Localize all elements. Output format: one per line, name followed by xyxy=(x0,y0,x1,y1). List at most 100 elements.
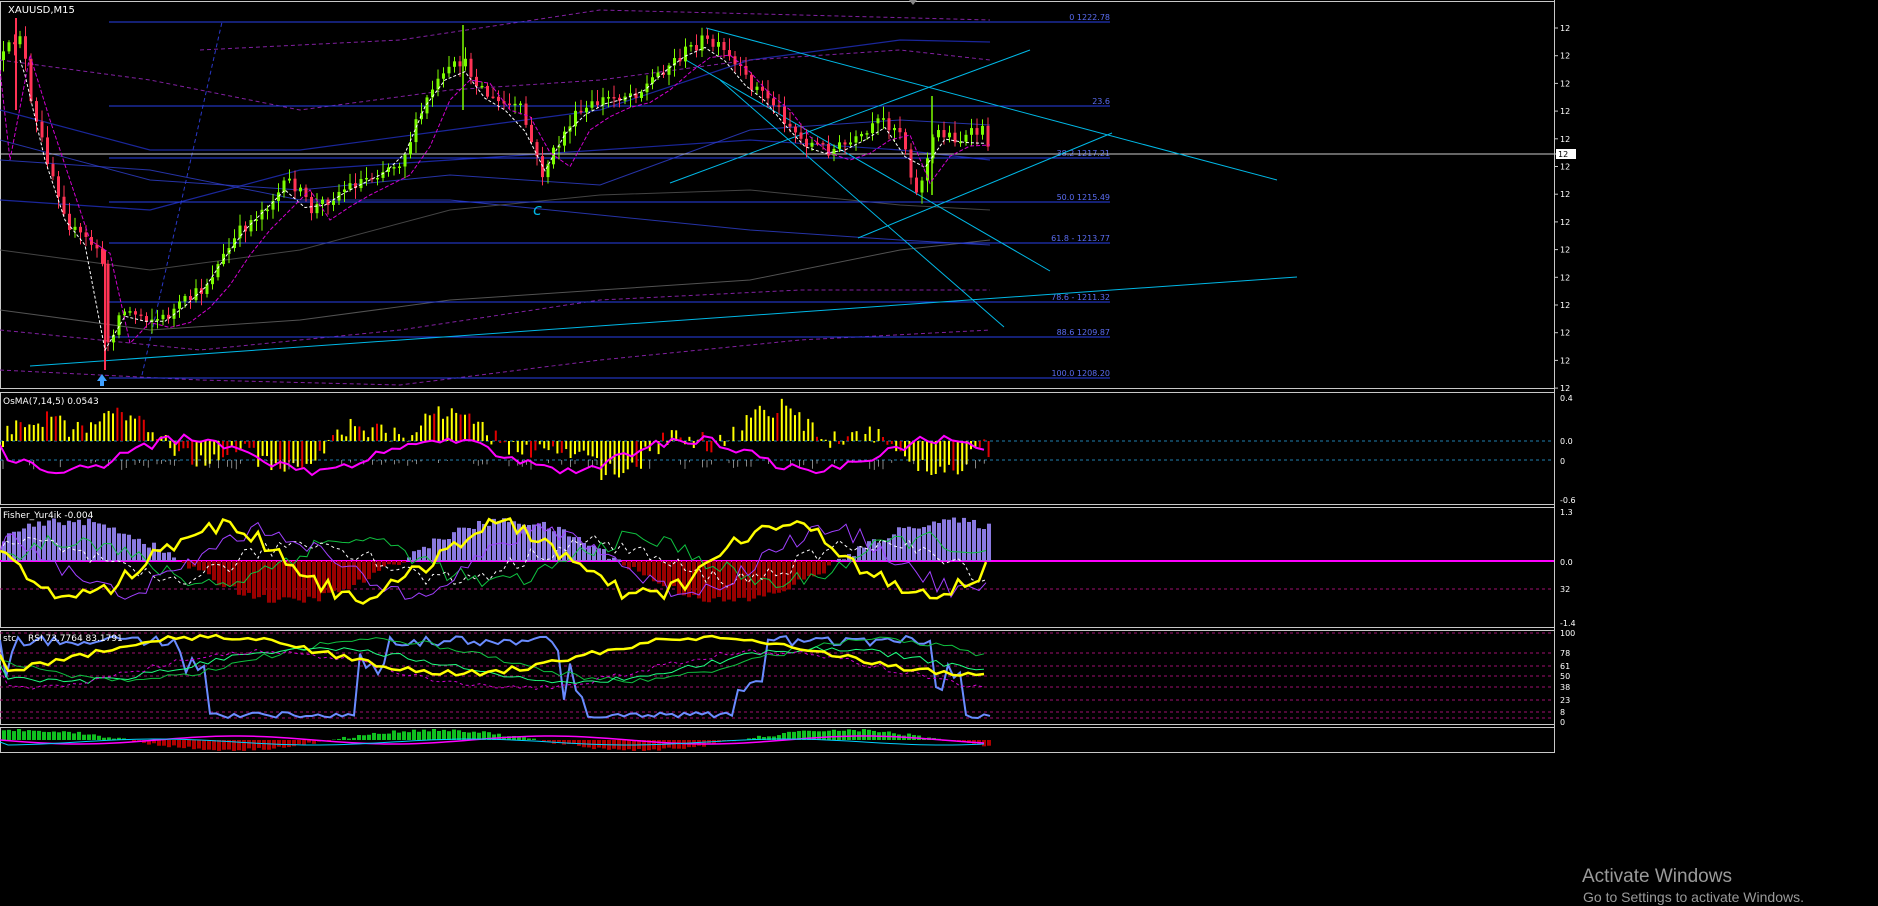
candle-body xyxy=(211,277,214,284)
fisher-histogram-bar xyxy=(787,561,791,590)
osma-bar xyxy=(33,425,35,441)
price-chart[interactable]: 0 1222.7823.638.2 1217.2150.0 1215.4961.… xyxy=(0,0,1576,393)
osma-bar xyxy=(116,408,118,441)
candle-body xyxy=(41,122,44,138)
watermark-line2: Go to Settings to activate Windows. xyxy=(1583,888,1804,906)
candle-body xyxy=(723,42,726,50)
osma-bar xyxy=(451,408,453,441)
osma-bar xyxy=(939,441,941,467)
fisher-histogram-bar xyxy=(912,528,916,561)
osma-bar xyxy=(306,441,308,464)
candle-body xyxy=(585,108,588,113)
bottom-histogram-bar xyxy=(182,740,186,748)
osma-bar xyxy=(134,419,136,441)
bottom-histogram-bar xyxy=(67,732,71,740)
rsi-axis-label: 23 xyxy=(1560,696,1570,705)
bottom-histogram-bar xyxy=(102,738,106,740)
osma-bar xyxy=(842,441,844,445)
fisher-histogram-bar xyxy=(677,561,681,594)
bottom-histogram-panel[interactable] xyxy=(0,729,991,751)
rsi-title: RSI 73.7764 83.1791 xyxy=(28,634,123,644)
osma-bar xyxy=(411,435,413,441)
bottom-histogram-bar xyxy=(682,740,686,749)
bottom-histogram-bar xyxy=(457,730,461,740)
osma-panel[interactable]: 0.40.00-0.6 xyxy=(0,394,1576,505)
osma-bar xyxy=(213,441,215,454)
fisher-histogram-bar xyxy=(752,561,756,599)
fisher-histogram-bar xyxy=(857,546,861,561)
osma-bar xyxy=(20,422,22,441)
fisher-histogram-bar xyxy=(927,525,931,561)
bottom-histogram-bar xyxy=(207,740,211,750)
candle-body xyxy=(261,210,264,220)
osma-bar xyxy=(257,441,259,467)
bottom-histogram-bar xyxy=(202,740,206,750)
price-axis-tick-label: 12 xyxy=(1560,52,1570,61)
osma-bar xyxy=(28,424,30,441)
bottom-histogram-bar xyxy=(167,740,171,747)
price-axis-tick-label: 12 xyxy=(1560,273,1570,282)
candle-body xyxy=(294,179,297,192)
osma-bar xyxy=(147,432,149,441)
fisher-histogram-bar xyxy=(487,526,491,561)
candle-body xyxy=(74,227,77,230)
osma-bar xyxy=(587,441,589,455)
fisher-histogram-bar xyxy=(952,518,956,561)
osma-bar xyxy=(169,441,171,448)
osma-bar xyxy=(182,441,184,448)
candle-body xyxy=(987,126,990,147)
candle-body xyxy=(756,87,759,90)
candle-body xyxy=(602,97,605,105)
osma-bar xyxy=(125,420,127,441)
watermark-line1: Activate Windows xyxy=(1582,866,1804,888)
candle-body xyxy=(96,245,99,249)
candle-body xyxy=(321,200,324,204)
osma-bar xyxy=(644,441,646,447)
fisher-histogram-bar xyxy=(17,532,21,561)
osma-bar xyxy=(398,434,400,441)
osma-bar xyxy=(851,432,853,441)
osma-bar xyxy=(143,420,145,441)
bottom-histogram-bar xyxy=(257,740,261,748)
osma-bar xyxy=(332,435,334,441)
fib-level-label: 50.0 1215.49 xyxy=(1057,193,1110,202)
trend-line xyxy=(30,277,1297,366)
fisher-histogram-bar xyxy=(607,559,611,561)
osma-bar xyxy=(86,433,88,441)
fisher-histogram-bar xyxy=(972,520,976,561)
bottom-histogram-bar xyxy=(212,740,216,750)
osma-bar xyxy=(15,420,17,441)
osma-bar xyxy=(622,441,624,473)
fisher-panel[interactable]: 1.30.032-1.4 xyxy=(0,508,1576,628)
fib-level-label: 23.6 xyxy=(1092,97,1110,106)
osma-bar xyxy=(482,422,484,441)
bottom-histogram-bar xyxy=(817,731,821,740)
candle-body xyxy=(695,45,698,51)
trend-line xyxy=(686,60,1050,271)
candle-body xyxy=(690,45,693,47)
chart-canvas[interactable]: 0 1222.7823.638.2 1217.2150.0 1215.4961.… xyxy=(0,0,1878,903)
candle-body xyxy=(915,178,918,193)
price-axis-tick-label: 12 xyxy=(1560,135,1570,144)
bottom-histogram-bar xyxy=(987,740,991,746)
bottom-histogram-bar xyxy=(402,731,406,740)
fisher-histogram-bar xyxy=(57,522,61,561)
bottom-histogram-bar xyxy=(302,740,306,745)
candle-body xyxy=(816,143,819,145)
candle-body xyxy=(365,178,368,180)
osma-bar xyxy=(856,431,858,441)
osma-bar xyxy=(429,415,431,441)
bottom-histogram-bar xyxy=(107,737,111,740)
bottom-histogram-bar xyxy=(72,733,76,740)
bottom-histogram-bar xyxy=(862,729,866,740)
trend-line xyxy=(720,80,1004,327)
bottom-histogram-bar xyxy=(337,739,341,740)
candle-body xyxy=(827,144,830,156)
candle-body xyxy=(497,97,500,101)
candle-body xyxy=(651,77,654,83)
rsi-panel[interactable]: 100786150382380 xyxy=(0,629,1575,727)
candle-body xyxy=(519,104,522,106)
osma-axis-label: 0.0 xyxy=(1560,437,1573,446)
osma-bar xyxy=(952,441,954,471)
osma-bar xyxy=(130,415,132,441)
